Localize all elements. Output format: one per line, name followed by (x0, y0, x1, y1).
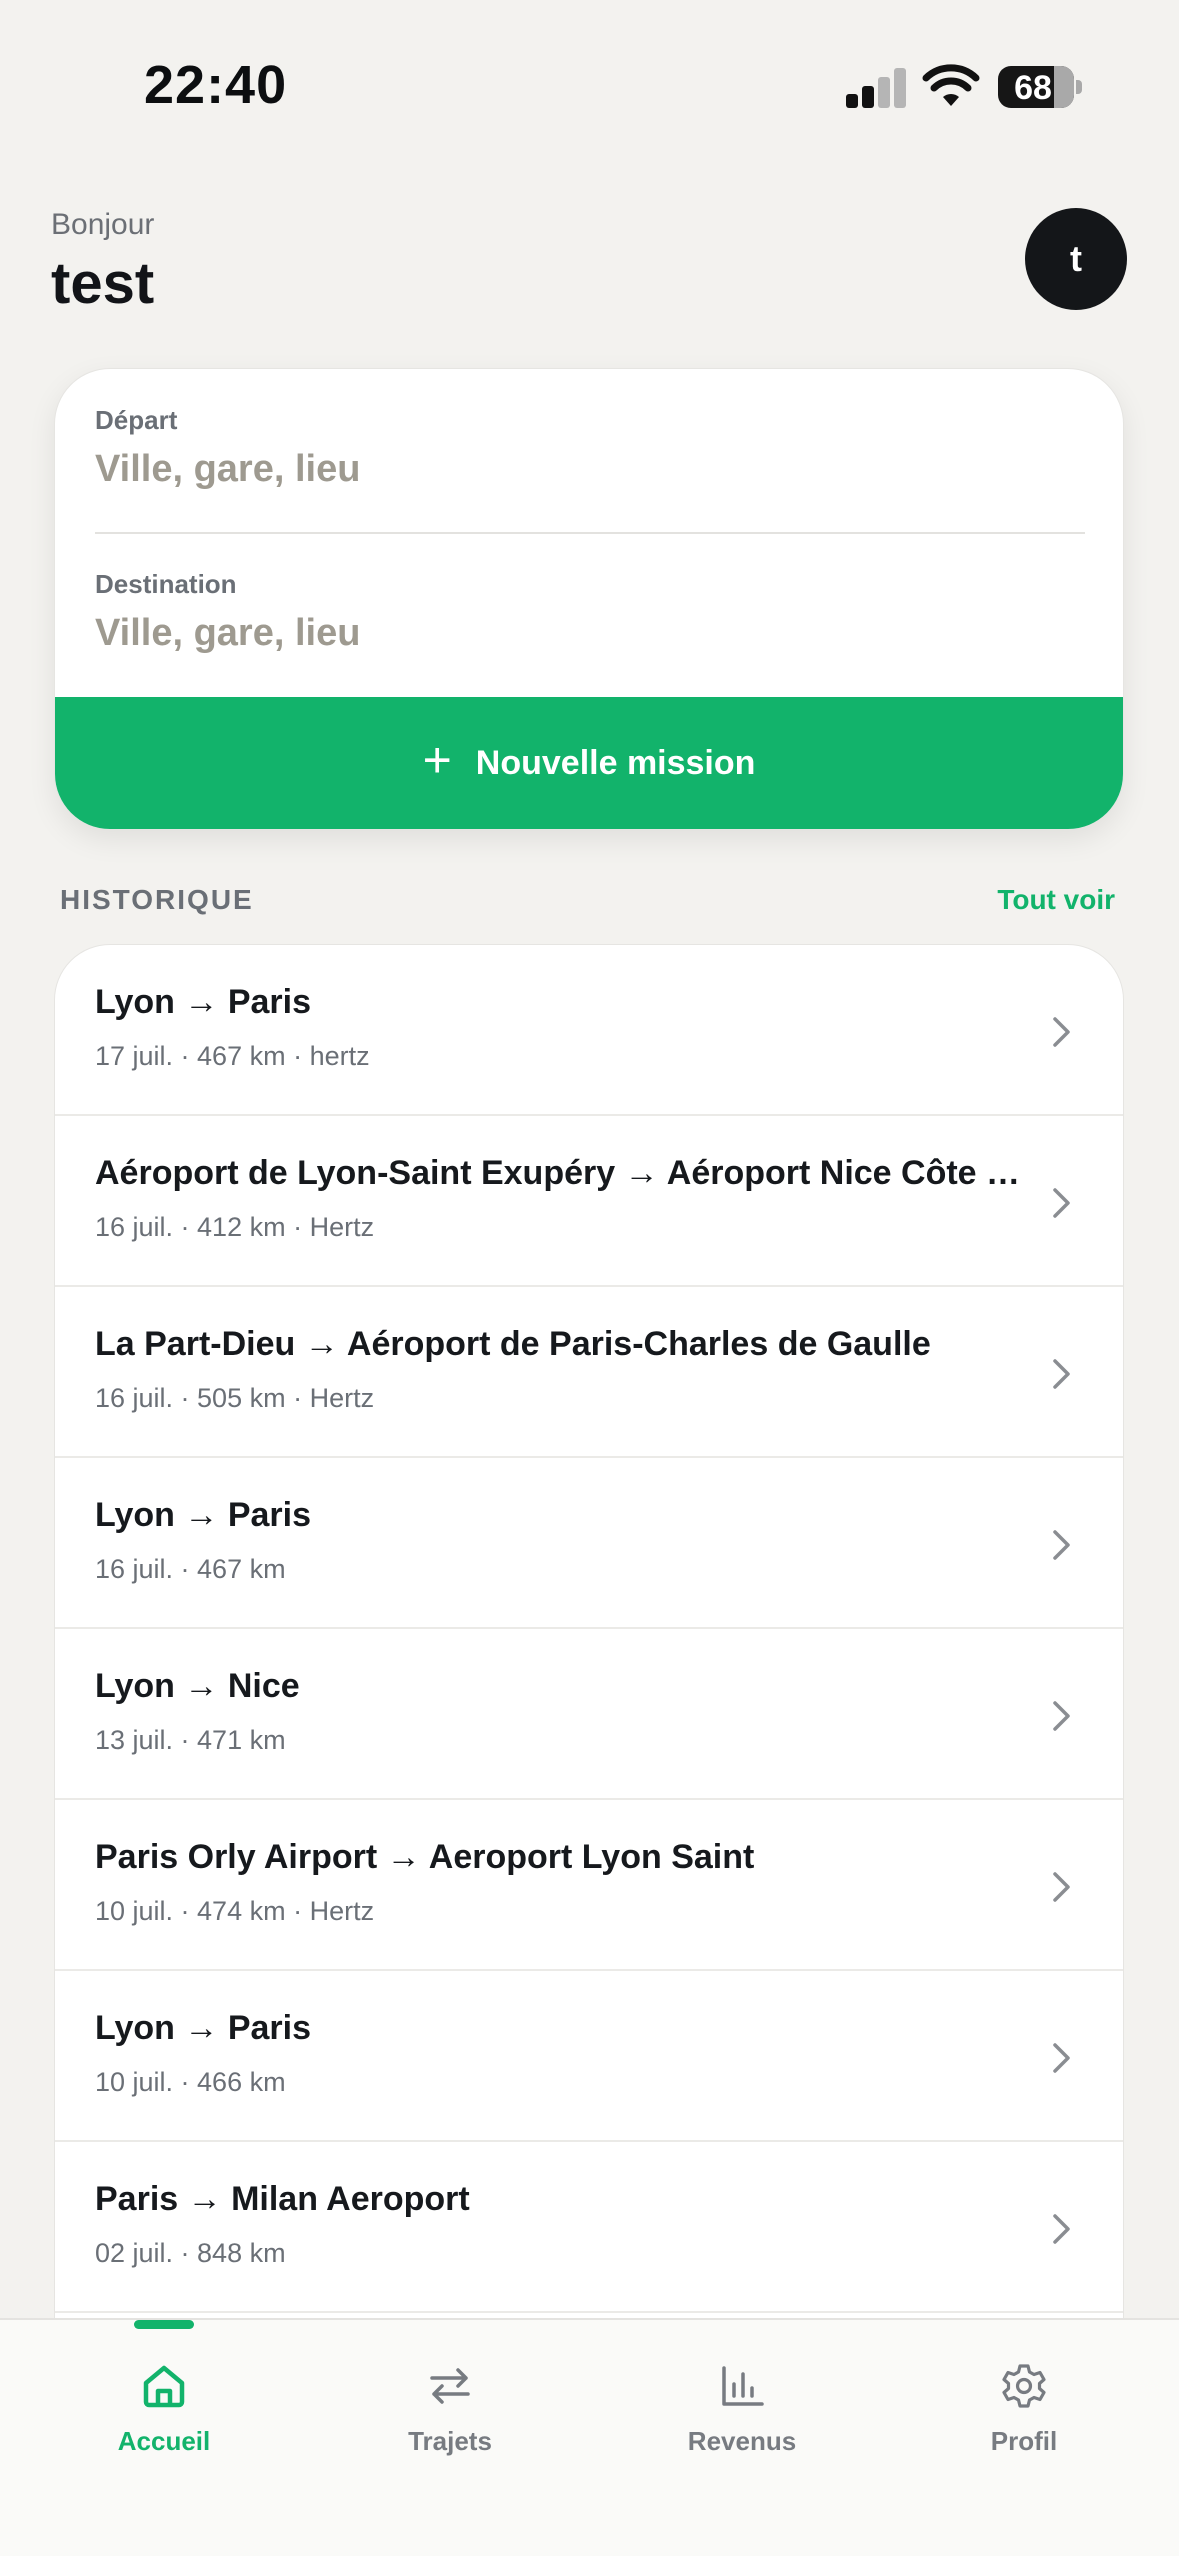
history-row-meta: 16 juil. · 505 km · Hertz (95, 1383, 375, 1413)
history-row-meta: 10 juil. · 474 km · Hertz (95, 1896, 375, 1926)
history-row-title: Lyon → Nice (95, 1667, 300, 1705)
mission-search-card: Départ Destination + Nouvelle mission (54, 368, 1124, 830)
history-row-title: Paris Orly Airport → Aeroport Lyon Saint (95, 1838, 755, 1876)
new-mission-button[interactable]: + Nouvelle mission (55, 697, 1123, 829)
chevron-right-icon (1053, 2043, 1070, 2073)
departure-input[interactable] (95, 441, 1085, 497)
chevron-right-icon (1053, 1872, 1070, 1902)
bar-chart-icon (722, 2366, 764, 2406)
history-row[interactable]: Paris Orly Airport → Aeroport Lyon Saint… (55, 1800, 1123, 1971)
history-row[interactable]: Lyon → Paris 17 juil. · 467 km · hertz (55, 945, 1123, 1116)
new-mission-label: Nouvelle mission (475, 743, 756, 782)
history-row-meta: 16 juil. · 467 km (95, 1554, 286, 1584)
history-row[interactable]: Aéroport de Lyon-Saint Exupéry → Aéropor… (55, 1116, 1123, 1287)
history-row-meta: 10 juil. · 466 km (95, 2067, 286, 2097)
destination-label: Destination (95, 569, 237, 599)
tab-label: Revenus (687, 2426, 797, 2456)
chevron-right-icon (1053, 1530, 1070, 1560)
chevron-right-icon (1053, 2214, 1070, 2244)
chevron-right-icon (1053, 1017, 1070, 1047)
gear-icon (1002, 2364, 1046, 2408)
tab-revenus[interactable]: Revenus (622, 2320, 862, 2510)
tab-label: Profil (990, 2426, 1058, 2456)
history-row[interactable]: Paris → Milan Aeroport 02 juil. · 848 km (55, 2142, 1123, 2313)
tab-trajets[interactable]: Trajets (330, 2320, 570, 2510)
history-row[interactable]: Lyon → Nice 13 juil. · 471 km (55, 1629, 1123, 1800)
plus-icon: + (422, 732, 452, 788)
tab-label: Trajets (408, 2426, 492, 2456)
field-divider (95, 532, 1085, 534)
history-title: HISTORIQUE (60, 884, 254, 915)
home-icon (143, 2365, 185, 2408)
history-row-title: Paris → Milan Aeroport (95, 2180, 470, 2218)
avatar[interactable]: t (1025, 208, 1127, 310)
battery-level: 68 (1014, 69, 1052, 107)
active-tab-indicator (134, 2320, 194, 2329)
tab-profil[interactable]: Profil (904, 2320, 1144, 2510)
username-title: test (51, 251, 155, 316)
history-row-title: Lyon → Paris (95, 1496, 312, 1534)
tab-accueil[interactable]: Accueil (44, 2320, 284, 2510)
history-row[interactable]: Lyon → Paris 16 juil. · 467 km (55, 1458, 1123, 1629)
history-row[interactable]: La Part-Dieu → Aéroport de Paris-Charles… (55, 1287, 1123, 1458)
history-row-meta: 16 juil. · 412 km · Hertz (95, 1212, 375, 1242)
destination-input[interactable] (95, 605, 1085, 661)
history-row-title: Aéroport de Lyon-Saint Exupéry → Aéropor… (95, 1154, 1035, 1192)
swap-arrows-icon (430, 2368, 470, 2404)
departure-label: Départ (95, 405, 178, 435)
tab-label: Accueil (117, 2426, 211, 2456)
chevron-right-icon (1053, 1359, 1070, 1389)
greeting-label: Bonjour (51, 208, 155, 241)
history-row-meta: 02 juil. · 848 km (95, 2238, 286, 2268)
chevron-right-icon (1053, 1701, 1070, 1731)
wifi-icon (922, 64, 980, 106)
chevron-right-icon (1053, 1188, 1070, 1218)
history-row-meta: 13 juil. · 471 km (95, 1725, 286, 1755)
history-row-title: La Part-Dieu → Aéroport de Paris-Charles… (95, 1325, 931, 1363)
history-row[interactable]: Lyon → Paris 10 juil. · 466 km (55, 1971, 1123, 2142)
history-row-title: Lyon → Paris (95, 983, 312, 1021)
bottom-tab-bar: Accueil Trajets Revenus Profil (0, 2318, 1179, 2556)
status-time: 22:40 (144, 55, 288, 115)
cellular-signal-icon (846, 68, 908, 108)
battery-icon: 68 (998, 66, 1074, 108)
history-row-meta: 17 juil. · 467 km · hertz (95, 1041, 370, 1071)
status-bar: 22:40 68 (0, 0, 1179, 170)
history-list: Lyon → Paris 17 juil. · 467 km · hertz A… (54, 944, 1124, 2324)
history-row-title: Lyon → Paris (95, 2009, 312, 2047)
see-all-link[interactable]: Tout voir (997, 884, 1115, 916)
